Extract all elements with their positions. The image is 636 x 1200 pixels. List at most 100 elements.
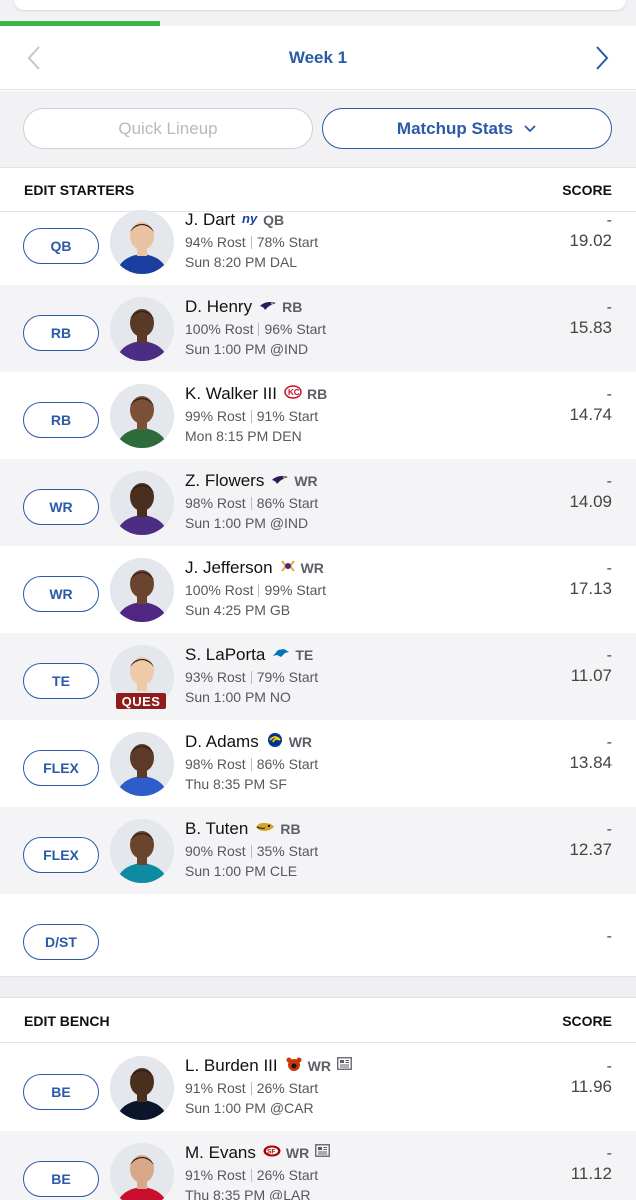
- player-avatar[interactable]: [110, 471, 174, 535]
- player-row: BE L. Burden III WR 91% Rost 26% Start Sun 1:…: [0, 1044, 636, 1131]
- player-row: BE M. Evans SF WR 91% Rost 26% Start Thu 8:35 …: [0, 1131, 636, 1200]
- rams-logo-icon: [266, 732, 284, 753]
- rostered-pct: 98% Rost: [185, 756, 246, 772]
- slot-button[interactable]: FLEX: [23, 837, 99, 873]
- 49ers-logo-icon: SF: [263, 1144, 281, 1162]
- player-position: RB: [306, 386, 328, 402]
- rostered-pct: 91% Rost: [185, 1080, 246, 1096]
- chevron-right-icon[interactable]: [590, 44, 614, 72]
- player-position: WR: [285, 1145, 310, 1161]
- player-row: WR J. Jefferson WR 100% Rost 99% Start Sun 4:…: [0, 546, 636, 633]
- ownership-line: 99% Rost 91% Start: [185, 406, 515, 426]
- separator: [250, 497, 252, 510]
- slot-button[interactable]: RB: [23, 402, 99, 438]
- started-pct: 79% Start: [256, 669, 319, 685]
- projected-score: 13.84: [569, 753, 612, 772]
- action-bar: Quick Lineup Matchup Stats: [0, 91, 636, 168]
- actual-score: -: [606, 212, 612, 229]
- starters-title: EDIT STARTERS: [24, 181, 135, 198]
- slot-button[interactable]: QB: [23, 228, 99, 264]
- player-name[interactable]: D. Henry: [185, 297, 252, 317]
- separator: [250, 758, 252, 771]
- player-row: WR Z. Flowers WR 98% Rost 86% Start Sun 1:00 …: [0, 459, 636, 546]
- player-info: S. LaPorta TE 93% Rost 79% Start Sun 1:00 PM…: [185, 643, 515, 707]
- name-line: B. Tuten RB: [185, 817, 515, 841]
- player-info: J. Dart ny QB 94% Rost 78% Start Sun 8:20 PM …: [185, 208, 515, 272]
- player-name[interactable]: D. Adams: [185, 732, 259, 752]
- player-position: RB: [282, 299, 303, 315]
- ownership-line: 100% Rost 96% Start: [185, 319, 515, 339]
- name-line: J. Jefferson WR: [185, 556, 515, 580]
- player-avatar[interactable]: [110, 210, 174, 274]
- player-avatar[interactable]: [110, 1143, 174, 1200]
- starters-score-label: SCORE: [562, 181, 612, 198]
- player-info: M. Evans SF WR 91% Rost 26% Start Thu 8:35 PM…: [185, 1141, 515, 1200]
- name-line: L. Burden III WR: [185, 1054, 515, 1078]
- player-avatar[interactable]: [110, 384, 174, 448]
- player-name[interactable]: Z. Flowers: [185, 471, 264, 491]
- player-avatar[interactable]: [110, 819, 174, 883]
- game-info: Sun 1:00 PM NO: [185, 689, 291, 705]
- actual-score: -: [606, 560, 612, 577]
- player-avatar[interactable]: [110, 297, 174, 361]
- news-icon[interactable]: [337, 1057, 352, 1075]
- slot-button[interactable]: D/ST: [23, 924, 99, 960]
- actual-score: -: [606, 386, 612, 403]
- game-info: Sun 4:25 PM GB: [185, 602, 291, 618]
- slot-button[interactable]: BE: [23, 1161, 99, 1197]
- chevron-left-icon[interactable]: [22, 44, 46, 72]
- separator: [250, 845, 252, 858]
- status-badge: QUES: [116, 693, 166, 709]
- slot-button[interactable]: WR: [23, 489, 99, 525]
- slot-button[interactable]: BE: [23, 1074, 99, 1110]
- ravens-logo-icon: [259, 298, 277, 316]
- separator: [250, 236, 252, 249]
- score-cell: - 14.09: [569, 473, 612, 513]
- player-name[interactable]: J. Dart: [185, 210, 235, 230]
- score-cell: - 15.83: [569, 299, 612, 339]
- player-avatar[interactable]: [110, 732, 174, 796]
- matchup-stats-label: Matchup Stats: [396, 118, 514, 138]
- player-row: D/ST -: [0, 894, 636, 981]
- slot-button[interactable]: TE: [23, 663, 99, 699]
- name-line: D. Henry RB: [185, 295, 515, 319]
- score-cell: - 11.96: [571, 1058, 612, 1098]
- separator: [250, 1082, 252, 1095]
- svg-text:ny: ny: [242, 211, 258, 225]
- player-name[interactable]: B. Tuten: [185, 819, 248, 839]
- quick-lineup-button[interactable]: Quick Lineup: [23, 108, 313, 149]
- score-cell: -: [607, 928, 612, 946]
- news-icon[interactable]: [315, 1144, 331, 1162]
- rostered-pct: 100% Rost: [185, 582, 254, 598]
- player-row: RB D. Henry RB 100% Rost 96% Start Sun 1:00 P…: [0, 285, 636, 372]
- name-line: J. Dart ny QB: [185, 208, 515, 232]
- started-pct: 86% Start: [256, 756, 319, 772]
- player-name[interactable]: L. Burden III: [185, 1056, 278, 1076]
- player-avatar[interactable]: [110, 1056, 174, 1120]
- player-info: L. Burden III WR 91% Rost 26% Start Sun 1:00…: [185, 1054, 515, 1118]
- player-position: TE: [295, 647, 314, 663]
- player-name[interactable]: S. LaPorta: [185, 645, 265, 665]
- projected-score: 15.83: [569, 318, 612, 337]
- player-row: QB J. Dart ny QB 94% Rost 78% Start Sun 8:20 P…: [0, 198, 636, 285]
- week-label[interactable]: Week 1: [289, 48, 347, 68]
- projected-score: 11.12: [570, 1164, 612, 1183]
- slot-button[interactable]: WR: [23, 576, 99, 612]
- started-pct: 91% Start: [256, 408, 319, 424]
- slot-button[interactable]: FLEX: [23, 750, 99, 786]
- player-name[interactable]: J. Jefferson: [185, 558, 273, 578]
- player-name[interactable]: K. Walker III: [185, 384, 277, 404]
- slot-button[interactable]: RB: [23, 315, 99, 351]
- matchup-stats-button[interactable]: Matchup Stats: [322, 108, 612, 149]
- player-row: RB K. Walker III KC RB 99% Rost 91% Start Mon …: [0, 372, 636, 459]
- player-name[interactable]: M. Evans: [185, 1143, 256, 1163]
- projected-score: 14.74: [569, 405, 612, 424]
- bench-header: EDIT BENCH SCORE: [0, 999, 636, 1043]
- ravens-logo-icon: [271, 472, 289, 490]
- player-avatar[interactable]: [110, 558, 174, 622]
- player-info: D. Henry RB 100% Rost 96% Start Sun 1:00 PM …: [185, 295, 515, 359]
- game-info: Thu 8:35 PM SF: [185, 776, 287, 792]
- svg-text:KC: KC: [288, 388, 300, 397]
- actual-score: -: [606, 647, 612, 664]
- actual-score: -: [606, 1145, 612, 1162]
